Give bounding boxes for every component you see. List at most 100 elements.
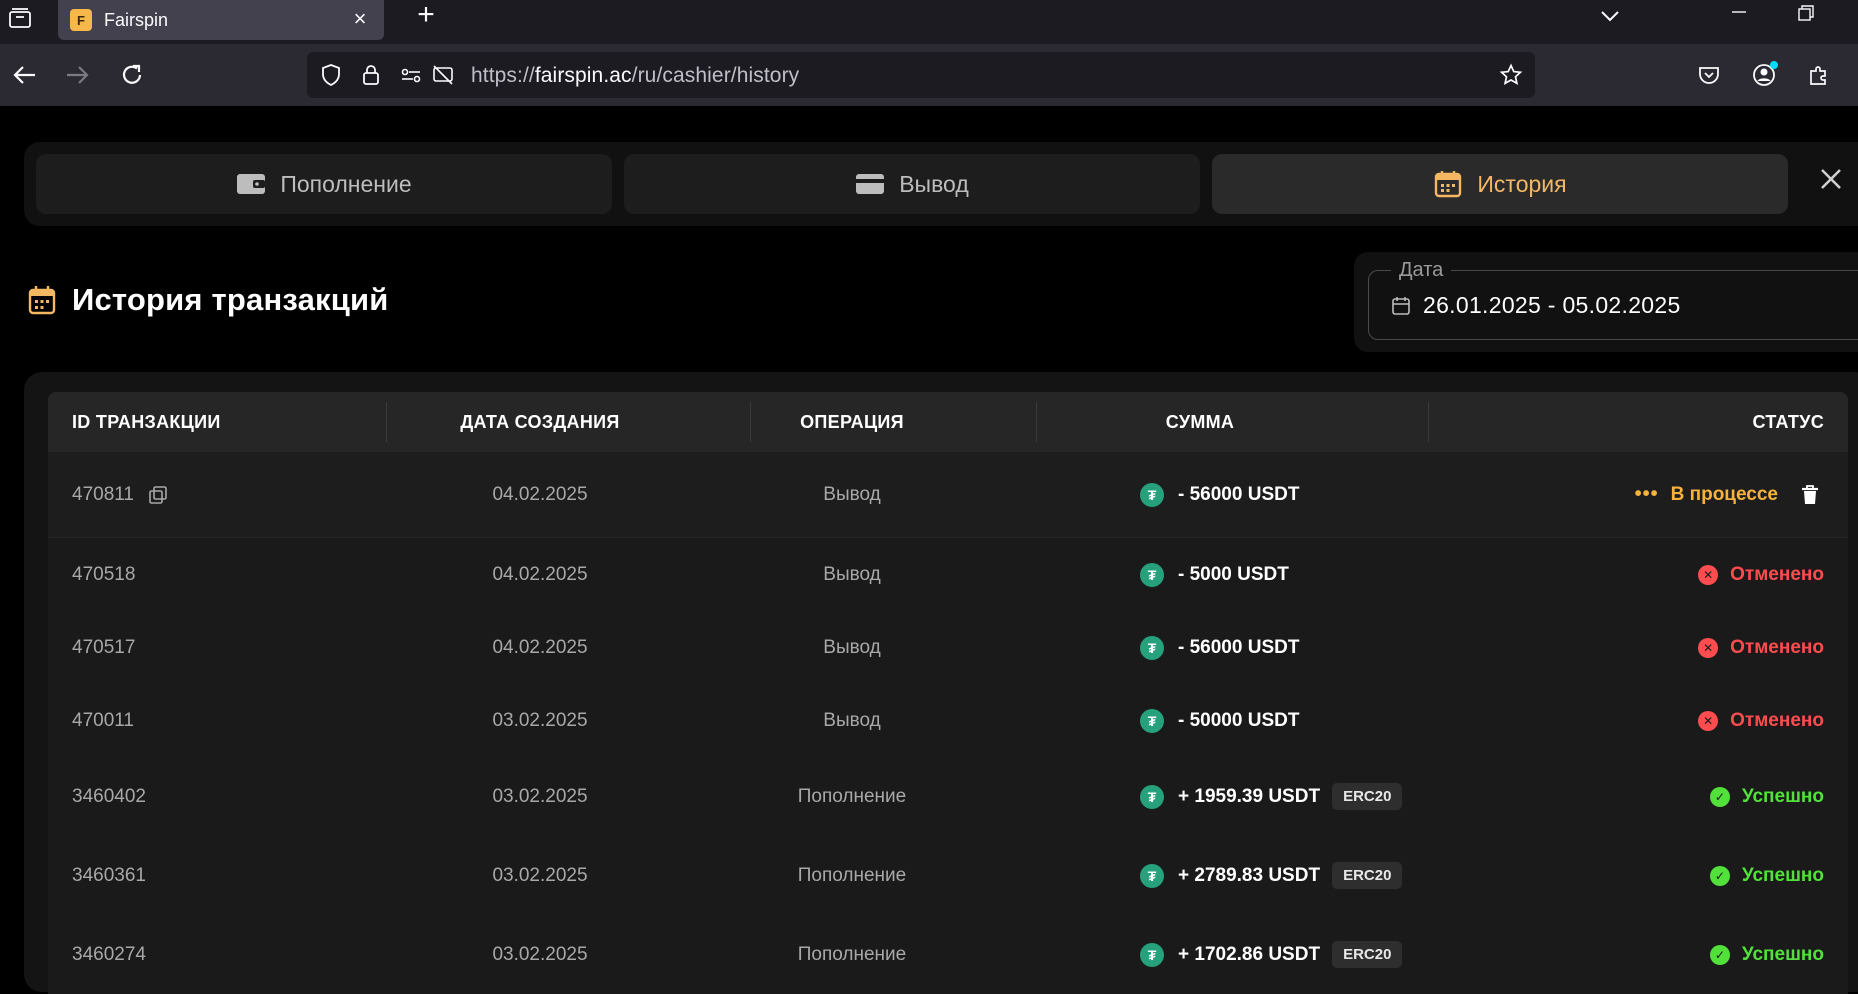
row-id: 470518 (72, 563, 136, 585)
bookmark-star-icon[interactable] (1499, 63, 1523, 87)
date-range-field[interactable]: Дата 26.01.2025 - 05.02.2025 (1368, 259, 1858, 340)
window-restore-icon[interactable] (1790, 2, 1820, 26)
pending-dots-icon: ••• (1634, 483, 1659, 505)
row-date: 03.02.2025 (492, 785, 588, 807)
status-badge: Отменено (1730, 636, 1824, 658)
url-text[interactable]: https://fairspin.ac/ru/cashier/history (471, 64, 799, 88)
row-amount: ₮ - 50000 USDT (1140, 684, 1299, 757)
tab-title: Fairspin (104, 9, 169, 30)
calendar-small-icon (1391, 296, 1411, 316)
network-badge: ERC20 (1332, 941, 1403, 968)
row-status: ✕ Отменено (1698, 684, 1824, 757)
date-range-value: 26.01.2025 - 05.02.2025 (1423, 292, 1681, 318)
close-icon[interactable] (1818, 166, 1844, 192)
calendar-icon (28, 285, 56, 315)
tab-history-label: История (1477, 170, 1567, 197)
notification-dot (1770, 61, 1778, 69)
header-divider (1036, 402, 1037, 442)
network-badge: ERC20 (1332, 783, 1403, 810)
lock-icon[interactable] (359, 63, 383, 87)
row-amount: ₮ - 56000 USDT (1140, 452, 1299, 537)
url-prefix: https:// (471, 64, 535, 87)
table-row: 470811 04.02.2025 Вывод ₮ - 56000 USDT •… (48, 452, 1848, 538)
browser-nav-bar: https://fairspin.ac/ru/cashier/history (0, 44, 1858, 106)
wallet-icon (236, 171, 266, 197)
table-row: 470518 04.02.2025 Вывод ₮ - 5000 USDT ✕ … (48, 538, 1848, 611)
tab-withdraw-label: Вывод (899, 170, 969, 197)
extensions-puzzle-icon[interactable] (1803, 59, 1835, 91)
row-amount: ₮ + 2789.83 USDT ERC20 (1140, 836, 1403, 915)
usdt-icon: ₮ (1140, 784, 1164, 809)
usdt-icon: ₮ (1140, 562, 1164, 587)
tab-withdraw[interactable]: Вывод (624, 154, 1200, 214)
cancel-x-icon: ✕ (1698, 564, 1719, 585)
copy-icon[interactable] (148, 485, 168, 505)
table-row: 470011 03.02.2025 Вывод ₮ - 50000 USDT ✕… (48, 684, 1848, 757)
tab-history[interactable]: История (1212, 154, 1788, 214)
row-date: 03.02.2025 (492, 943, 588, 965)
fairspin-favicon-icon: F (70, 9, 92, 31)
chevron-down-icon[interactable] (1596, 2, 1624, 30)
table-row: 470517 04.02.2025 Вывод ₮ - 56000 USDT ✕… (48, 611, 1848, 684)
tab-close-icon[interactable]: × (348, 8, 372, 32)
reload-icon[interactable] (116, 59, 148, 91)
row-date: 04.02.2025 (492, 636, 588, 658)
table-row: 3460402 03.02.2025 Пополнение ₮ + 1959.3… (48, 757, 1848, 836)
header-divider (1428, 402, 1429, 442)
new-tab-plus-icon[interactable]: + (408, 0, 444, 36)
tab-deposit-label: Пополнение (280, 170, 412, 197)
row-operation: Пополнение (797, 943, 907, 965)
status-badge: Успешно (1741, 864, 1824, 886)
status-badge: Успешно (1741, 785, 1824, 807)
header-amount: СУММА (1165, 411, 1235, 432)
back-arrow-icon[interactable] (8, 59, 40, 91)
row-amount: ₮ - 5000 USDT (1140, 538, 1289, 611)
pocket-icon[interactable] (1693, 59, 1725, 91)
usdt-icon: ₮ (1140, 863, 1164, 888)
usdt-icon: ₮ (1140, 482, 1164, 507)
browser-tab-bar: F Fairspin × + (0, 0, 1858, 44)
browser-tab-fairspin[interactable]: F Fairspin × (58, 0, 384, 40)
account-icon[interactable] (1748, 59, 1780, 91)
row-date: 03.02.2025 (492, 709, 588, 731)
network-badge: ERC20 (1332, 862, 1403, 889)
usdt-icon: ₮ (1140, 708, 1164, 733)
success-check-icon: ✓ (1709, 944, 1730, 965)
usdt-icon: ₮ (1140, 942, 1164, 967)
row-status: ✓ Успешно (1709, 757, 1824, 836)
window-minimize-icon[interactable] (1724, 2, 1754, 26)
no-tracking-icon[interactable] (431, 63, 455, 87)
header-divider (750, 402, 751, 442)
usdt-icon: ₮ (1140, 635, 1164, 660)
success-check-icon: ✓ (1709, 786, 1730, 807)
permissions-icon[interactable] (399, 63, 423, 87)
row-date: 04.02.2025 (492, 483, 588, 505)
header-date: ДАТА СОЗДАНИЯ (460, 411, 620, 432)
cancel-x-icon: ✕ (1698, 710, 1719, 731)
tab-list-icon[interactable] (4, 2, 36, 34)
amount-value: - 50000 USDT (1178, 709, 1300, 731)
row-status: ✕ Отменено (1698, 611, 1824, 684)
transaction-id: 470811 (72, 483, 134, 505)
trash-icon[interactable] (1800, 484, 1820, 506)
tab-deposit[interactable]: Пополнение (36, 154, 612, 214)
row-status: ••• В процессе (1635, 452, 1824, 537)
row-amount: ₮ - 56000 USDT (1140, 611, 1299, 684)
row-operation: Вывод (823, 563, 881, 585)
table-row: 3460361 03.02.2025 Пополнение ₮ + 2789.8… (48, 836, 1848, 915)
forward-arrow-icon[interactable] (62, 59, 94, 91)
cashier-page: Пополнение Вывод История История транзак… (0, 106, 1858, 994)
row-operation: Вывод (823, 709, 881, 731)
card-icon (855, 171, 885, 197)
header-divider (386, 402, 387, 442)
amount-value: - 56000 USDT (1178, 636, 1300, 658)
url-host: fairspin.ac (534, 64, 632, 87)
status-badge: Отменено (1730, 563, 1824, 585)
url-bar[interactable]: https://fairspin.ac/ru/cashier/history (307, 52, 1535, 98)
cashier-tabs: Пополнение Вывод История (24, 142, 1858, 226)
row-operation: Вывод (823, 636, 881, 658)
header-status: СТАТУС (1752, 411, 1824, 432)
shield-icon[interactable] (319, 63, 343, 87)
transactions-table: ID ТРАНЗАКЦИИ ДАТА СОЗДАНИЯ ОПЕРАЦИЯ СУМ… (24, 372, 1858, 994)
history-heading: История транзакций (28, 282, 389, 318)
